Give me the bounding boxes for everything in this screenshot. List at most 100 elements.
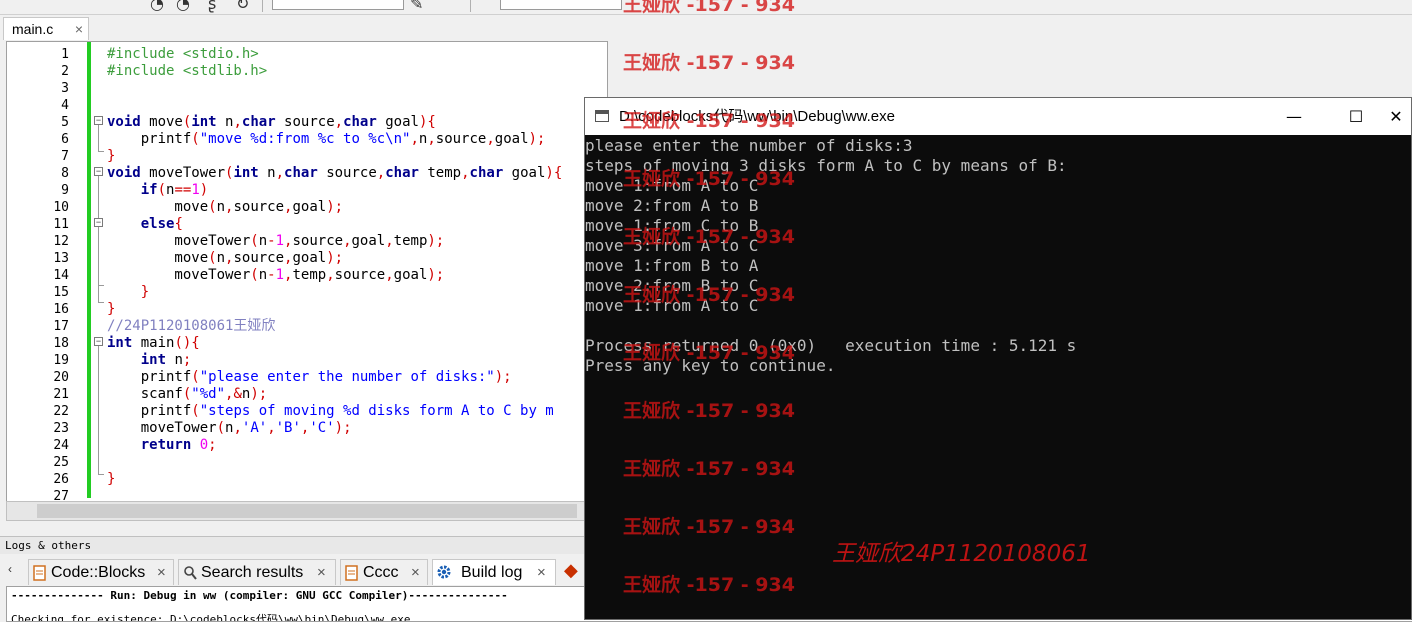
change-bar — [87, 42, 91, 498]
code-token: goal — [393, 267, 428, 283]
code-token: , — [385, 267, 394, 283]
log-line: Checking for existence: D:\codeblocks代码\… — [11, 613, 411, 622]
code-line[interactable]: int n; — [107, 352, 192, 369]
zoom-in-icon[interactable]: ◔ — [150, 0, 164, 13]
code-line[interactable]: void moveTower(int n,char source,char te… — [107, 165, 562, 182]
tab-search-results[interactable]: Search results × — [178, 559, 336, 585]
code-token: goal — [376, 114, 419, 130]
line-number: 23 — [53, 421, 69, 436]
close-button[interactable]: ✕ — [1381, 98, 1411, 135]
code-token: 0 — [199, 437, 209, 453]
code-token: , — [334, 114, 344, 130]
code-token: source — [292, 233, 344, 249]
code-token: n — [216, 114, 234, 130]
code-token: "steps of moving %d disks form A to C by… — [199, 403, 554, 419]
code-line[interactable]: int main(){ — [107, 335, 200, 352]
code-token: temp — [292, 267, 327, 283]
bookmark-icon[interactable]: ʂ — [208, 0, 216, 13]
code-token: #include <stdlib.h> — [107, 63, 268, 79]
code-token: ( — [191, 403, 200, 419]
line-number: 10 — [53, 200, 69, 215]
code-editor[interactable]: 1 2 3 4 5 6 7 8 9 10 11 12 13 14 15 16 17 18 19 20 21 22 23 24 2… — [6, 41, 608, 503]
target-select[interactable] — [272, 0, 404, 10]
code-line[interactable]: move(n,source,goal); — [107, 199, 343, 216]
tab-close-icon[interactable]: × — [157, 560, 166, 586]
code-token: ( — [250, 233, 259, 249]
code-token: void — [107, 165, 141, 181]
code-line[interactable]: move(n,source,goal); — [107, 250, 343, 267]
code-token: goal — [292, 250, 327, 266]
tabs-scroll-left-icon[interactable]: ‹ — [8, 562, 12, 576]
maximize-button[interactable]: ☐ — [1333, 98, 1379, 135]
code-token: ); — [427, 233, 445, 249]
code-line[interactable]: moveTower(n-1,temp,source,goal); — [107, 267, 444, 284]
code-token: ( — [250, 267, 259, 283]
code-line[interactable]: moveTower(n,'A','B','C'); — [107, 420, 352, 437]
fold-toggle-icon[interactable]: − — [94, 116, 103, 125]
code-token: 1 — [275, 233, 285, 249]
code-token: goal — [494, 131, 529, 147]
code-token: n — [216, 199, 226, 215]
code-line[interactable]: } — [107, 471, 115, 488]
line-number: 24 — [53, 438, 69, 453]
code-line[interactable]: scanf("%d",&n); — [107, 386, 267, 403]
code-line[interactable]: #include <stdio.h> — [107, 46, 259, 63]
code-token: int — [107, 335, 133, 351]
code-token: == — [174, 182, 192, 198]
line-number: 14 — [53, 268, 69, 283]
code-token: ( — [216, 420, 226, 436]
code-token: moveTower — [107, 233, 251, 249]
tab-close-icon[interactable]: × — [317, 560, 326, 586]
code-line[interactable]: printf("steps of moving %d disks form A … — [107, 403, 554, 420]
tab-build-log[interactable]: Build log × — [432, 559, 556, 585]
code-token: { — [174, 216, 183, 232]
code-token: char — [284, 165, 318, 181]
code-token: char — [385, 165, 419, 181]
code-line[interactable]: } — [107, 148, 115, 165]
tab-cccc[interactable]: Cccc × — [340, 559, 428, 585]
code-token: ); — [494, 369, 512, 385]
code-token: - — [267, 267, 276, 283]
code-token: temp — [418, 165, 462, 181]
fold-toggle-icon[interactable]: − — [94, 167, 103, 176]
code-token: printf — [107, 131, 192, 147]
code-line[interactable]: if(n==1) — [107, 182, 208, 199]
code-line[interactable]: //24P1120108061王娅欣 — [107, 318, 275, 335]
code-line[interactable]: return 0; — [107, 437, 217, 454]
editor-horizontal-scrollbar[interactable] — [6, 501, 608, 521]
tab-main-c[interactable]: main.c × — [3, 17, 89, 40]
code-line[interactable]: printf("move %d:from %c to %c\n",n,sourc… — [107, 131, 546, 148]
tab-close-icon[interactable]: × — [537, 560, 546, 586]
code-line[interactable]: } — [107, 284, 149, 301]
symbol-select[interactable] — [500, 0, 622, 10]
fold-guide — [98, 346, 99, 474]
debugger-icon[interactable]: ◆ — [564, 560, 578, 581]
code-token: , — [461, 165, 470, 181]
fold-toggle-icon[interactable]: − — [94, 218, 103, 227]
build-icon[interactable]: ✎ — [410, 0, 423, 13]
minimize-button[interactable]: — — [1271, 98, 1317, 135]
watermark-text: 王娅欣 -157 - 934 — [623, 110, 795, 132]
code-line[interactable]: void move(int n,char source,char goal){ — [107, 114, 436, 131]
code-line[interactable]: #include <stdlib.h> — [107, 63, 267, 80]
line-number: 26 — [53, 472, 69, 487]
fold-toggle-icon[interactable]: − — [94, 337, 103, 346]
tab-label: Search results — [201, 564, 304, 581]
code-token: ( — [191, 131, 200, 147]
code-line[interactable]: printf("please enter the number of disks… — [107, 369, 512, 386]
code-line[interactable]: moveTower(n-1,source,goal,temp); — [107, 233, 444, 250]
tab-label: main.c — [12, 21, 54, 37]
code-token: ); — [326, 199, 344, 215]
tab-label: Build log — [461, 564, 523, 581]
tab-close-icon[interactable]: × — [411, 560, 420, 586]
code-line[interactable]: else{ — [107, 216, 183, 233]
tab-codeblocks-log[interactable]: Code::Blocks × — [28, 559, 174, 585]
log-line: -------------- Run: Debug in ww (compile… — [11, 589, 508, 602]
refresh-icon[interactable]: ↻ — [236, 0, 249, 13]
zoom-out-icon[interactable]: ◔ — [176, 0, 190, 13]
scrollbar-thumb[interactable] — [37, 504, 577, 518]
console-line: move 1:from B to A — [585, 256, 759, 275]
tab-close-icon[interactable]: × — [75, 18, 83, 41]
code-token: "move %d:from %c to %c\n" — [199, 131, 411, 147]
code-line[interactable]: } — [107, 301, 115, 318]
